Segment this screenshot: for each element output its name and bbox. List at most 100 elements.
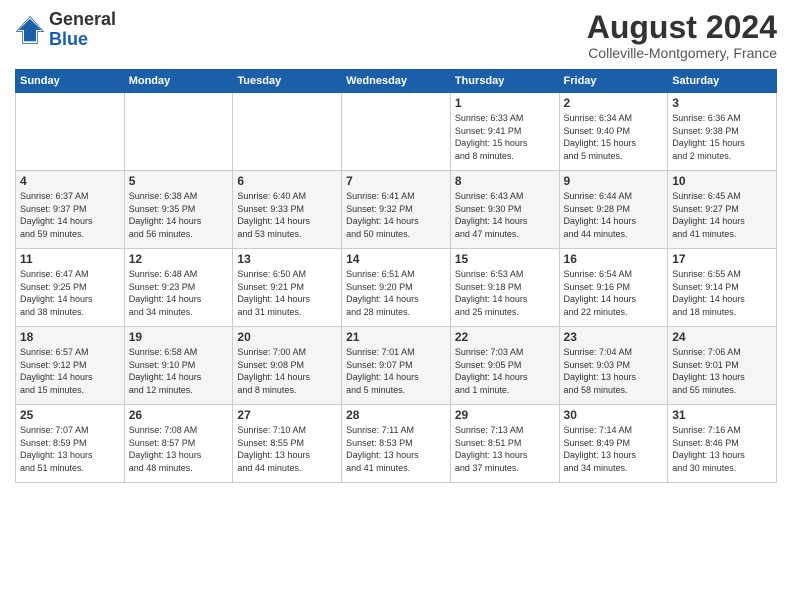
week-row-1: 1 Sunrise: 6:33 AM Sunset: 9:41 PM Daylig… [16,93,777,171]
table-cell: 6Sunrise: 6:40 AM Sunset: 9:33 PM Daylig… [233,171,342,249]
day-number: 29 [455,408,555,422]
header-wednesday: Wednesday [342,70,451,93]
day-number: 28 [346,408,446,422]
table-cell: 31Sunrise: 7:16 AM Sunset: 8:46 PM Dayli… [668,405,777,483]
day-info: Sunrise: 7:13 AM Sunset: 8:51 PM Dayligh… [455,424,555,474]
day-number: 22 [455,330,555,344]
day-info: Sunrise: 7:08 AM Sunset: 8:57 PM Dayligh… [129,424,229,474]
day-number: 31 [672,408,772,422]
day-number: 20 [237,330,337,344]
day-number: 24 [672,330,772,344]
day-number: 25 [20,408,120,422]
day-info: Sunrise: 7:04 AM Sunset: 9:03 PM Dayligh… [564,346,664,396]
day-info: Sunrise: 6:51 AM Sunset: 9:20 PM Dayligh… [346,268,446,318]
day-number: 3 [672,96,772,110]
logo: General Blue [15,10,116,50]
table-cell: 21 Sunrise: 7:01 AM Sunset: 9:07 PM Dayli… [342,327,451,405]
day-info: Sunrise: 6:41 AM Sunset: 9:32 PM Dayligh… [346,190,446,240]
table-cell: 15 Sunrise: 6:53 AM Sunset: 9:18 PM Dayli… [450,249,559,327]
day-number: 1 [455,96,555,110]
day-info: Sunrise: 6:48 AM Sunset: 9:23 PM Dayligh… [129,268,229,318]
table-cell [16,93,125,171]
day-number: 17 [672,252,772,266]
table-cell: 10 Sunrise: 6:45 AM Sunset: 9:27 PM Dayli… [668,171,777,249]
day-info: Sunrise: 7:06 AM Sunset: 9:01 PM Dayligh… [672,346,772,396]
header-thursday: Thursday [450,70,559,93]
table-cell [233,93,342,171]
header-sunday: Sunday [16,70,125,93]
day-info: Sunrise: 6:58 AM Sunset: 9:10 PM Dayligh… [129,346,229,396]
table-cell: 24 Sunrise: 7:06 AM Sunset: 9:01 PM Dayli… [668,327,777,405]
table-cell: 11 Sunrise: 6:47 AM Sunset: 9:25 PM Dayli… [16,249,125,327]
table-cell [124,93,233,171]
day-number: 19 [129,330,229,344]
header-friday: Friday [559,70,668,93]
day-number: 26 [129,408,229,422]
table-cell: 20 Sunrise: 7:00 AM Sunset: 9:08 PM Dayli… [233,327,342,405]
table-cell: 25 Sunrise: 7:07 AM Sunset: 8:59 PM Dayli… [16,405,125,483]
table-cell: 3Sunrise: 6:36 AM Sunset: 9:38 PM Daylig… [668,93,777,171]
day-info: Sunrise: 7:00 AM Sunset: 9:08 PM Dayligh… [237,346,337,396]
logo-icon [15,15,45,45]
day-number: 6 [237,174,337,188]
day-info: Sunrise: 6:33 AM Sunset: 9:41 PM Dayligh… [455,112,555,162]
day-info: Sunrise: 7:11 AM Sunset: 8:53 PM Dayligh… [346,424,446,474]
header-saturday: Saturday [668,70,777,93]
location: Colleville-Montgomery, France [587,45,777,61]
table-cell: 13 Sunrise: 6:50 AM Sunset: 9:21 PM Dayli… [233,249,342,327]
day-number: 13 [237,252,337,266]
day-number: 10 [672,174,772,188]
day-number: 27 [237,408,337,422]
table-cell: 17Sunrise: 6:55 AM Sunset: 9:14 PM Dayli… [668,249,777,327]
day-number: 23 [564,330,664,344]
day-info: Sunrise: 7:03 AM Sunset: 9:05 PM Dayligh… [455,346,555,396]
table-cell: 29 Sunrise: 7:13 AM Sunset: 8:51 PM Dayli… [450,405,559,483]
table-cell: 14 Sunrise: 6:51 AM Sunset: 9:20 PM Dayli… [342,249,451,327]
day-info: Sunrise: 7:14 AM Sunset: 8:49 PM Dayligh… [564,424,664,474]
week-row-3: 11 Sunrise: 6:47 AM Sunset: 9:25 PM Dayli… [16,249,777,327]
day-number: 16 [564,252,664,266]
table-cell: 19 Sunrise: 6:58 AM Sunset: 9:10 PM Dayli… [124,327,233,405]
day-number: 11 [20,252,120,266]
table-cell: 16 Sunrise: 6:54 AM Sunset: 9:16 PM Dayli… [559,249,668,327]
day-number: 8 [455,174,555,188]
table-cell: 22 Sunrise: 7:03 AM Sunset: 9:05 PM Dayli… [450,327,559,405]
day-number: 14 [346,252,446,266]
day-number: 30 [564,408,664,422]
table-cell: 28 Sunrise: 7:11 AM Sunset: 8:53 PM Dayli… [342,405,451,483]
day-number: 15 [455,252,555,266]
logo-text: General Blue [49,10,116,50]
day-info: Sunrise: 7:10 AM Sunset: 8:55 PM Dayligh… [237,424,337,474]
day-info: Sunrise: 6:44 AM Sunset: 9:28 PM Dayligh… [564,190,664,240]
day-number: 2 [564,96,664,110]
week-row-2: 4Sunrise: 6:37 AM Sunset: 9:37 PM Daylig… [16,171,777,249]
day-info: Sunrise: 6:54 AM Sunset: 9:16 PM Dayligh… [564,268,664,318]
table-cell: 26 Sunrise: 7:08 AM Sunset: 8:57 PM Dayli… [124,405,233,483]
table-cell: 27 Sunrise: 7:10 AM Sunset: 8:55 PM Dayli… [233,405,342,483]
week-row-5: 25 Sunrise: 7:07 AM Sunset: 8:59 PM Dayli… [16,405,777,483]
title-block: August 2024 Colleville-Montgomery, Franc… [587,10,777,61]
page: General Blue August 2024 Colleville-Mont… [0,0,792,612]
day-info: Sunrise: 7:07 AM Sunset: 8:59 PM Dayligh… [20,424,120,474]
day-info: Sunrise: 6:50 AM Sunset: 9:21 PM Dayligh… [237,268,337,318]
header-monday: Monday [124,70,233,93]
day-info: Sunrise: 6:43 AM Sunset: 9:30 PM Dayligh… [455,190,555,240]
day-number: 9 [564,174,664,188]
day-info: Sunrise: 6:47 AM Sunset: 9:25 PM Dayligh… [20,268,120,318]
day-number: 21 [346,330,446,344]
day-number: 5 [129,174,229,188]
table-cell: 8 Sunrise: 6:43 AM Sunset: 9:30 PM Daylig… [450,171,559,249]
day-info: Sunrise: 6:45 AM Sunset: 9:27 PM Dayligh… [672,190,772,240]
header-tuesday: Tuesday [233,70,342,93]
weekday-header-row: Sunday Monday Tuesday Wednesday Thursday… [16,70,777,93]
table-cell [342,93,451,171]
day-info: Sunrise: 6:53 AM Sunset: 9:18 PM Dayligh… [455,268,555,318]
table-cell: 4Sunrise: 6:37 AM Sunset: 9:37 PM Daylig… [16,171,125,249]
logo-blue: Blue [49,29,88,49]
day-number: 12 [129,252,229,266]
day-info: Sunrise: 7:01 AM Sunset: 9:07 PM Dayligh… [346,346,446,396]
table-cell: 7Sunrise: 6:41 AM Sunset: 9:32 PM Daylig… [342,171,451,249]
day-number: 18 [20,330,120,344]
table-cell: 23 Sunrise: 7:04 AM Sunset: 9:03 PM Dayli… [559,327,668,405]
table-cell: 12 Sunrise: 6:48 AM Sunset: 9:23 PM Dayli… [124,249,233,327]
